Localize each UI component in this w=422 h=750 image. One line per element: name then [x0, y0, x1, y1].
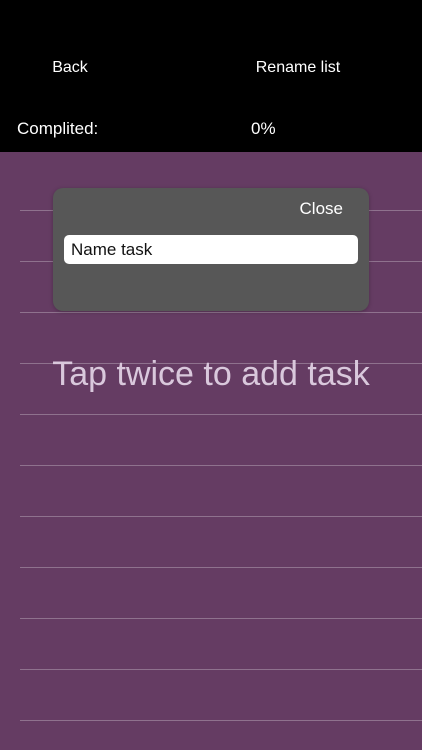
completed-percentage: 0% — [251, 119, 276, 138]
back-button[interactable]: Back — [40, 56, 100, 80]
add-task-dialog: Close — [53, 188, 369, 311]
close-button[interactable]: Close — [296, 198, 347, 220]
rule-line — [20, 465, 422, 466]
task-name-input[interactable] — [64, 235, 358, 264]
rule-line — [20, 414, 422, 415]
rule-line — [20, 618, 422, 619]
rule-line — [20, 567, 422, 568]
toolbar: Back Rename list Complited: 0% — [0, 0, 422, 152]
rule-line — [20, 312, 422, 313]
add-task-hint: Tap twice to add task — [52, 355, 370, 393]
rule-line — [20, 720, 422, 721]
rule-line — [20, 669, 422, 670]
rename-list-button[interactable]: Rename list — [246, 56, 350, 80]
completed-label: Complited: — [17, 119, 99, 138]
rule-line — [20, 516, 422, 517]
